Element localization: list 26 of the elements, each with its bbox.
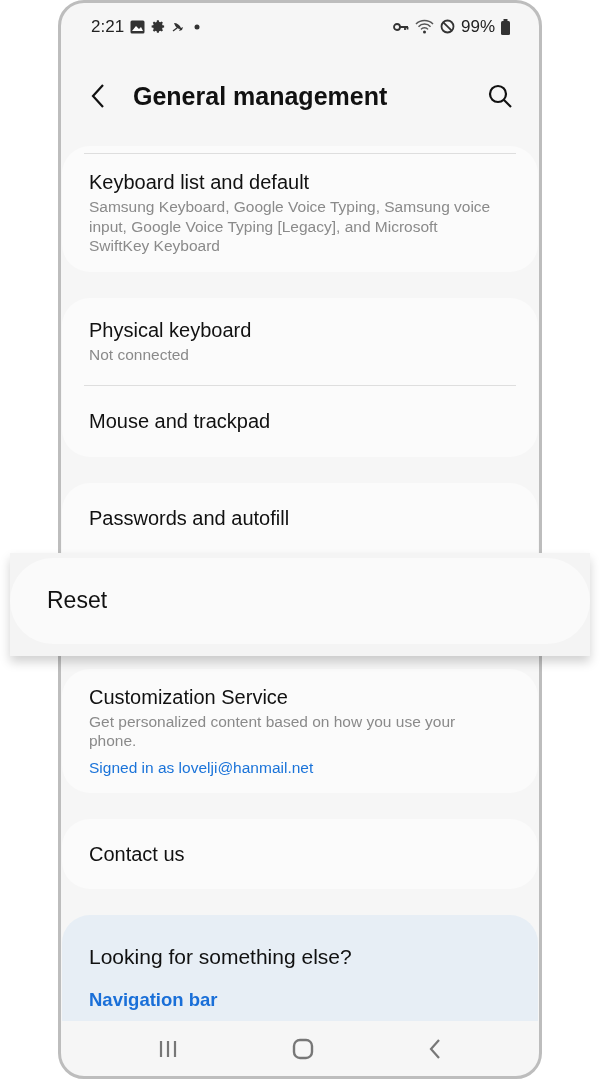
account-link[interactable]: Signed in as lovelji@hanmail.net xyxy=(89,757,511,777)
reset-item[interactable]: Reset xyxy=(10,557,590,644)
gear-icon xyxy=(151,19,167,34)
clock: 2:21 xyxy=(91,16,125,37)
battery-icon xyxy=(501,18,510,35)
key-icon xyxy=(392,21,409,32)
item-title: Passwords and autofill xyxy=(89,505,291,531)
item-title: Mouse and trackpad xyxy=(89,409,272,434)
home-button[interactable] xyxy=(292,1037,314,1060)
page-title: General management xyxy=(133,81,389,111)
item-subtitle: Get personalized content based on how you use your phone. xyxy=(89,711,457,751)
search-button[interactable] xyxy=(487,83,513,109)
suggestion-link[interactable]: Navigation bar xyxy=(89,988,511,1011)
back-nav-button[interactable] xyxy=(428,1037,442,1060)
battery-percent: 99% xyxy=(460,16,495,37)
item-subtitle: Not connected xyxy=(89,344,190,365)
suggestion-title: Looking for something else? xyxy=(89,943,353,970)
recent-apps-button[interactable] xyxy=(158,1038,178,1059)
item-title: Customization Service xyxy=(89,684,289,710)
image-icon xyxy=(130,19,146,34)
item-subtitle: Samsung Keyboard, Google Voice Typing, Samsung voice input, Google Voice Typing [Legacy], and Microsoft SwiftKey Keyboard xyxy=(89,197,492,256)
item-title: Physical keyboard xyxy=(89,317,253,343)
wifi-icon xyxy=(414,19,434,34)
item-title: Contact us xyxy=(89,841,186,867)
do-not-disturb-icon xyxy=(439,19,455,34)
item-title: Keyboard list and default xyxy=(89,170,311,195)
